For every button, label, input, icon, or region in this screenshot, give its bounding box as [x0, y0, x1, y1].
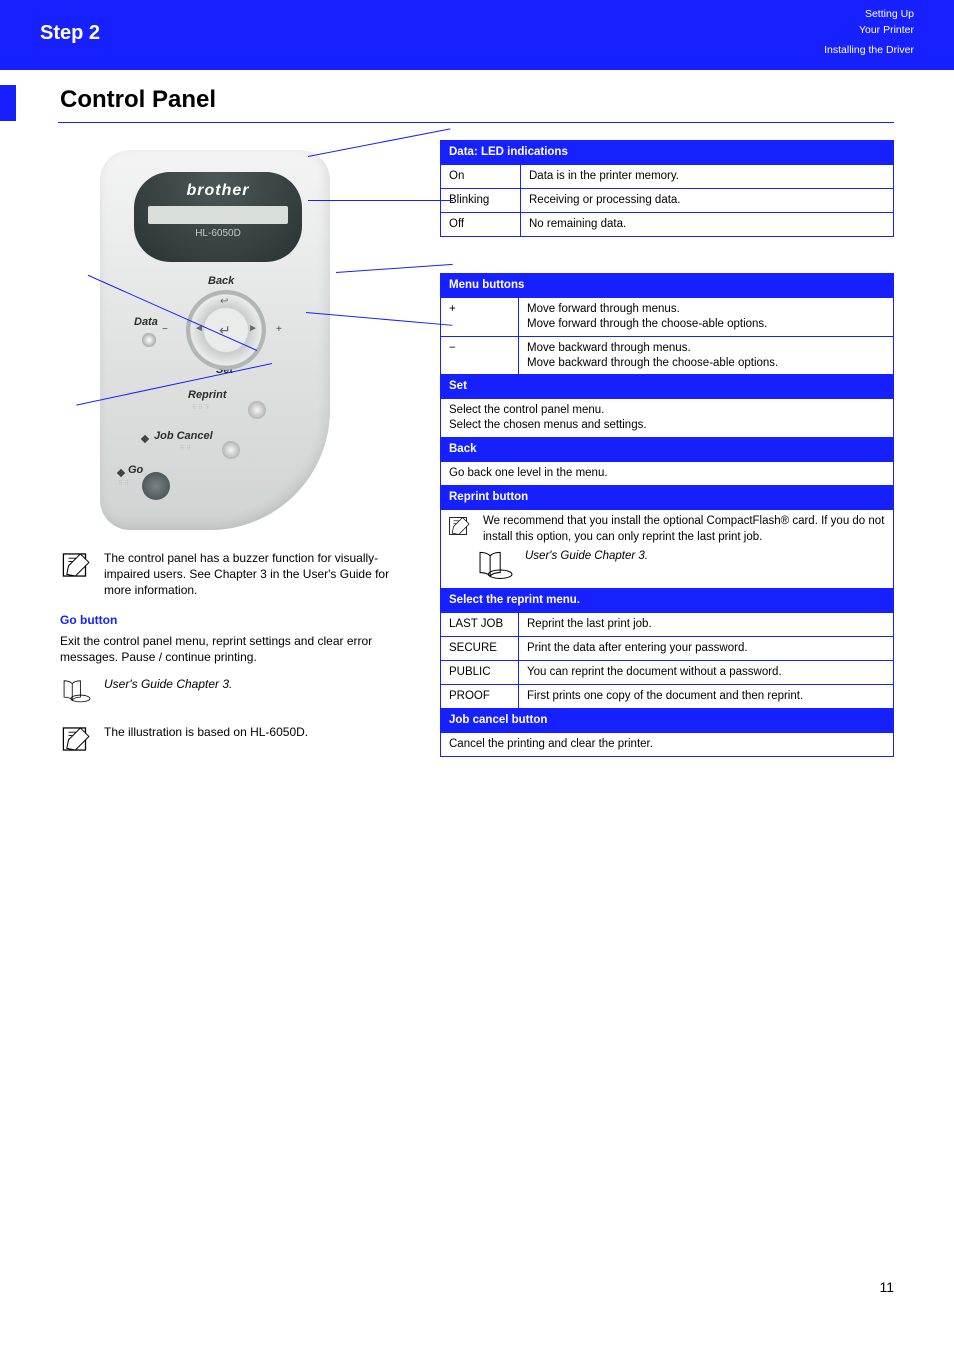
- reprint-book-text: User's Guide Chapter 3.: [525, 549, 648, 586]
- side-tab: [0, 85, 16, 121]
- t2-minus: −: [441, 336, 519, 375]
- t1-c2: Receiving or processing data.: [521, 188, 894, 212]
- rp-c1: PROOF: [441, 684, 519, 708]
- t2-plus: +: [441, 297, 519, 336]
- t2-minus-desc: Move backward through menus.Move backwar…: [519, 336, 894, 375]
- rp-c2: First prints one copy of the document an…: [519, 684, 894, 708]
- top-bar: Step 2 Setting Up Your Printer Installing…: [0, 0, 954, 70]
- t2-header: Menu buttons: [441, 273, 894, 297]
- note-icon: [60, 550, 94, 599]
- data-led: [142, 333, 156, 347]
- braille-dots: ⠿⠿⠿: [192, 404, 211, 411]
- diamond-icon: [117, 469, 125, 477]
- rp-c2: Print the data after entering your passw…: [519, 636, 894, 660]
- jobcancel-text: Cancel the printing and clear the printe…: [441, 732, 894, 756]
- t2-back-hdr: Back: [441, 438, 519, 462]
- panel-label-back: Back: [208, 275, 234, 287]
- page-number: 11: [879, 1279, 894, 1295]
- crumb-setup1: Setting Up: [865, 8, 914, 20]
- lcd-screen: [148, 206, 288, 224]
- title-rule: [58, 122, 894, 123]
- reprint-book: User's Guide Chapter 3.: [475, 549, 887, 586]
- printer-panel-illustration: brother HL-6050D Back Data Set Reprint J…: [100, 150, 330, 530]
- braille-dots: ⠿⠿: [118, 480, 131, 487]
- menu-ring: ◄ ► ↩ ↵: [186, 290, 266, 370]
- note-block: The control panel has a buzzer function …: [60, 550, 400, 599]
- diamond-icon: [141, 435, 149, 443]
- note-text: The control panel has a buzzer function …: [104, 550, 400, 599]
- step-tab: Step 2: [40, 22, 100, 44]
- reprint-note-text: We recommend that you install the option…: [483, 514, 887, 545]
- arrow-right-icon: ►: [248, 323, 258, 334]
- t2-back-desc: Go back one level in the menu.: [441, 462, 894, 486]
- rp-c1: LAST JOB: [441, 612, 519, 636]
- reprint-hdr: Reprint button: [441, 486, 894, 510]
- reprint-menu-hdr: Select the reprint menu.: [441, 589, 894, 613]
- note-block-2: The illustration is based on HL-6050D.: [60, 724, 400, 758]
- panel-label-reprint: Reprint: [188, 389, 227, 401]
- note-text-2: The illustration is based on HL-6050D.: [104, 724, 308, 758]
- jobcancel-hdr: Job cancel button: [441, 708, 894, 732]
- reprint-note: We recommend that you install the option…: [447, 514, 887, 545]
- panel-label-jobcancel: Job Cancel: [154, 430, 213, 442]
- data-led-table: Data: LED indications OnData is in the p…: [440, 140, 894, 237]
- breadcrumb-group: Setting Up Your Printer Installing the Dr…: [824, 6, 914, 58]
- t1-c1: On: [441, 164, 521, 188]
- t1-header: Data: LED indications: [441, 141, 894, 165]
- brand-logo: brother: [134, 172, 302, 200]
- userguide-text: User's Guide Chapter 3.: [104, 676, 232, 710]
- t1-c2: Data is in the printer memory.: [521, 164, 894, 188]
- note-icon: [447, 514, 473, 545]
- crumb-install: Installing the Driver: [824, 42, 914, 58]
- page-title: Control Panel: [60, 86, 216, 114]
- arrow-back-icon: ↩: [220, 296, 228, 307]
- model-label: HL-6050D: [134, 228, 302, 239]
- rp-c1: PUBLIC: [441, 660, 519, 684]
- go-text: Exit the control panel menu, reprint set…: [60, 633, 400, 667]
- panel-label-data: Data: [134, 316, 158, 328]
- filler: [519, 438, 894, 462]
- job-cancel-button: [222, 441, 240, 459]
- lead-line: [308, 200, 453, 201]
- crumb-setup2: Your Printer: [859, 24, 914, 36]
- note-icon: [60, 724, 94, 758]
- go-header: Go button: [60, 613, 400, 627]
- t1-c1: Off: [441, 212, 521, 236]
- minus-symbol: −: [162, 324, 168, 335]
- display-bezel: brother HL-6050D: [134, 172, 302, 262]
- rp-c2: Reprint the last print job.: [519, 612, 894, 636]
- t2-set-desc: Select the control panel menu.Select the…: [441, 399, 894, 438]
- plus-symbol: +: [276, 324, 282, 335]
- panel-label-go: Go: [128, 464, 143, 476]
- rp-c2: You can reprint the document without a p…: [519, 660, 894, 684]
- reprint-button: [248, 401, 266, 419]
- braille-dots: ⠿⠿: [180, 445, 193, 452]
- t2-plus-desc: Move forward through menus.Move forward …: [519, 297, 894, 336]
- userguide-ref: User's Guide Chapter 3.: [60, 676, 400, 710]
- book-icon: [60, 676, 94, 710]
- rp-c1: SECURE: [441, 636, 519, 660]
- menu-buttons-table: Menu buttons + Move forward through menu…: [440, 273, 894, 757]
- filler: [519, 375, 894, 399]
- t1-c2: No remaining data.: [521, 212, 894, 236]
- go-button: [142, 472, 170, 500]
- book-icon: [475, 549, 517, 586]
- t2-set-hdr: Set: [441, 375, 519, 399]
